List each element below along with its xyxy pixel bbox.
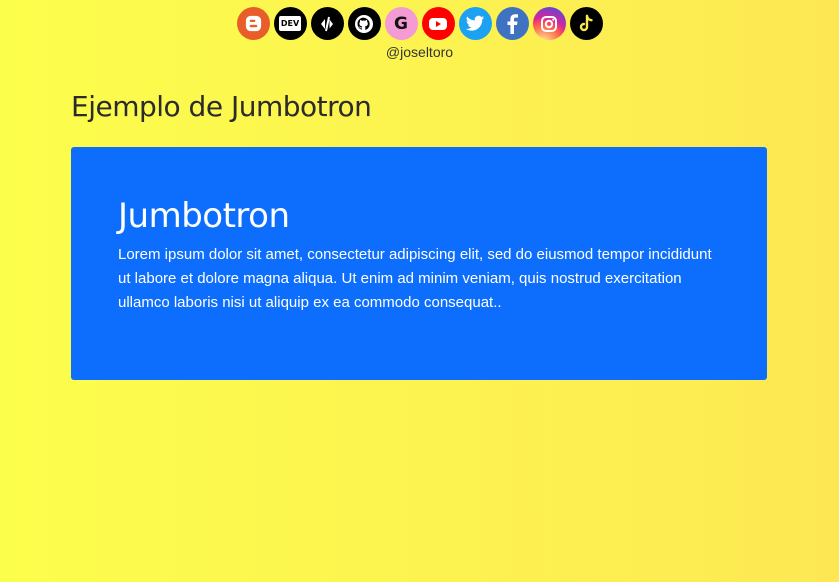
jumbotron: Jumbotron Lorem ipsum dolor sit amet, co… (71, 147, 767, 380)
jumbotron-text: Lorem ipsum dolor sit amet, consectetur … (118, 246, 712, 311)
codepen-icon[interactable] (310, 7, 344, 40)
dev-icon[interactable]: DEV (273, 7, 307, 40)
github-icon[interactable] (347, 7, 381, 40)
google-label: G (394, 13, 408, 34)
social-links-bar: DEV G (0, 7, 839, 40)
author-handle[interactable]: @joseltoro (0, 44, 839, 60)
tiktok-icon[interactable] (569, 7, 603, 40)
dev-label: DEV (278, 16, 302, 31)
instagram-icon[interactable] (532, 7, 566, 40)
google-icon[interactable]: G (384, 7, 418, 40)
jumbotron-title: Jumbotron (118, 196, 290, 236)
facebook-icon[interactable] (495, 7, 529, 40)
blogger-icon[interactable] (236, 7, 270, 40)
page-title: Ejemplo de Jumbotron (71, 90, 372, 123)
youtube-icon[interactable] (421, 7, 455, 40)
twitter-icon[interactable] (458, 7, 492, 40)
